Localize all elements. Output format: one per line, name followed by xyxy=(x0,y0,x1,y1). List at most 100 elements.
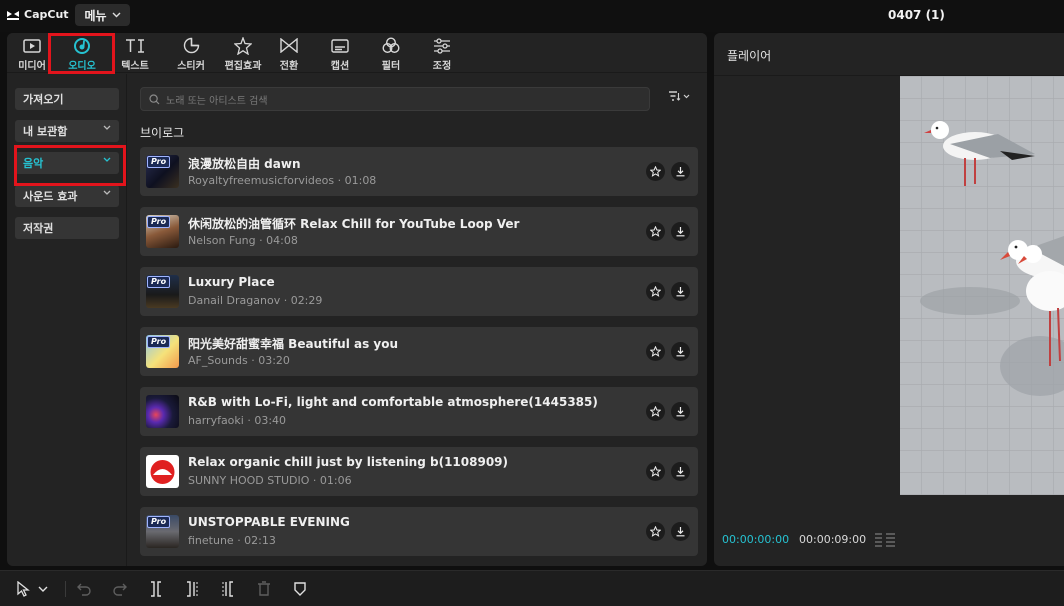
sidebar-item-label: 저작권 xyxy=(23,222,54,235)
favorite-button[interactable] xyxy=(646,522,665,541)
tab-label: 텍스트 xyxy=(121,61,149,72)
tab-sticker[interactable]: 스티커 xyxy=(166,36,216,72)
download-icon xyxy=(676,287,685,297)
download-button[interactable] xyxy=(671,522,690,541)
tab-label: 필터 xyxy=(381,61,401,72)
delete-button[interactable] xyxy=(257,581,271,597)
sidebar-item-copyright[interactable]: 저작권 xyxy=(15,217,119,239)
download-button[interactable] xyxy=(671,162,690,181)
list-item[interactable]: R&B with Lo-Fi, light and comfortable at… xyxy=(140,387,698,436)
track-meta: Nelson Fung · 04:08 xyxy=(188,234,298,247)
filter-sort-button[interactable] xyxy=(668,91,690,101)
tab-effects[interactable]: 편집효과 xyxy=(218,36,268,72)
undo-icon xyxy=(77,583,91,596)
download-icon xyxy=(676,467,685,477)
track-meta: Royaltyfreemusicforvideos · 01:08 xyxy=(188,174,377,187)
timeline-grid-button[interactable] xyxy=(874,532,896,552)
seagulls-preview-image xyxy=(900,76,1064,495)
download-button[interactable] xyxy=(671,462,690,481)
tab-text[interactable]: 텍스트 xyxy=(110,36,160,72)
download-icon xyxy=(676,407,685,417)
video-preview[interactable] xyxy=(900,76,1064,495)
sidebar-item-my-library[interactable]: 내 보관함 xyxy=(15,120,119,142)
track-thumbnail: Pro xyxy=(146,335,179,368)
marker-button[interactable] xyxy=(293,581,307,597)
download-button[interactable] xyxy=(671,402,690,421)
timeline-toolbar xyxy=(0,570,1064,606)
favorite-button[interactable] xyxy=(646,222,665,241)
redo-button[interactable] xyxy=(113,581,127,597)
download-button[interactable] xyxy=(671,282,690,301)
download-button[interactable] xyxy=(671,222,690,241)
sidebar-item-sound-effects[interactable]: 사운드 효과 xyxy=(15,185,119,207)
transition-icon xyxy=(280,38,298,53)
sidebar-item-import[interactable]: 가져오기 xyxy=(15,88,119,110)
tab-adjust[interactable]: 조정 xyxy=(417,36,467,72)
search-icon xyxy=(149,93,160,104)
list-item[interactable]: Pro UNSTOPPABLE EVENING finetune · 02:13 xyxy=(140,507,698,556)
download-button[interactable] xyxy=(671,342,690,361)
current-time: 00:00:00:00 xyxy=(722,533,790,546)
star-icon xyxy=(650,466,661,477)
star-icon xyxy=(650,406,661,417)
favorite-button[interactable] xyxy=(646,162,665,181)
track-title: Relax organic chill just by listening b(… xyxy=(188,455,508,469)
track-thumbnail: Pro xyxy=(146,515,179,548)
chevron-down-icon xyxy=(112,12,121,18)
tab-label: 스티커 xyxy=(177,61,205,72)
music-list-area: 노래 또는 아티스트 검색 브이로그 Pro 浪漫放松自由 dawn Royal… xyxy=(128,74,707,566)
chevron-down-icon xyxy=(683,94,690,98)
sidebar-item-music[interactable]: 음악 xyxy=(15,152,119,174)
text-icon xyxy=(126,38,144,53)
track-thumbnail: Pro xyxy=(146,275,179,308)
list-item[interactable]: Pro 阳光美好甜蜜幸福 Beautiful as you AF_Sounds … xyxy=(140,327,698,376)
tab-filter[interactable]: 필터 xyxy=(366,36,416,72)
sidebar-item-label: 사운드 효과 xyxy=(23,190,78,203)
menu-button[interactable]: 메뉴 xyxy=(75,4,130,26)
chevron-down-icon xyxy=(103,124,111,134)
trim-left-icon xyxy=(187,581,198,597)
sidebar-item-label: 내 보관함 xyxy=(23,125,68,138)
search-placeholder: 노래 또는 아티스트 검색 xyxy=(166,95,268,107)
list-item[interactable]: Pro 休闲放松的油管循环 Relax Chill for YouTube Lo… xyxy=(140,207,698,256)
download-icon xyxy=(676,227,685,237)
select-tool-button[interactable] xyxy=(16,581,48,597)
tab-audio[interactable]: 오디오 xyxy=(57,36,107,72)
player-panel: 플레이어 00:00:00:00 00:00:09:00 xyxy=(714,33,1064,566)
sort-filter-icon xyxy=(669,91,681,101)
download-icon xyxy=(676,347,685,357)
title-bar: CapCut 메뉴 0407 (1) xyxy=(0,0,1064,32)
trim-right-button[interactable] xyxy=(221,581,235,597)
track-thumbnail xyxy=(146,455,179,488)
undo-button[interactable] xyxy=(77,581,91,597)
menu-label: 메뉴 xyxy=(84,8,107,23)
favorite-button[interactable] xyxy=(646,282,665,301)
track-meta: Danail Draganov · 02:29 xyxy=(188,294,323,307)
chevron-down-icon xyxy=(103,189,111,199)
redo-icon xyxy=(113,583,127,596)
pro-badge: Pro xyxy=(147,336,171,348)
tab-caption[interactable]: 캡션 xyxy=(315,36,365,72)
sidebar-item-label: 가져오기 xyxy=(23,93,64,106)
search-input[interactable]: 노래 또는 아티스트 검색 xyxy=(140,87,650,111)
favorite-button[interactable] xyxy=(646,462,665,481)
tab-transition[interactable]: 전환 xyxy=(264,36,314,72)
list-item[interactable]: Pro 浪漫放松自由 dawn Royaltyfreemusicforvideo… xyxy=(140,147,698,196)
pro-badge: Pro xyxy=(147,516,171,528)
track-thumbnail: Pro xyxy=(146,155,179,188)
trim-left-button[interactable] xyxy=(185,581,199,597)
tab-media[interactable]: 미디어 xyxy=(7,36,57,72)
list-item[interactable]: Relax organic chill just by listening b(… xyxy=(140,447,698,496)
favorite-button[interactable] xyxy=(646,342,665,361)
star-icon xyxy=(650,346,661,357)
favorite-button[interactable] xyxy=(646,402,665,421)
tab-label: 캡션 xyxy=(330,61,350,72)
track-meta: finetune · 02:13 xyxy=(188,534,276,547)
player-title: 플레이어 xyxy=(727,49,772,63)
tab-label: 전환 xyxy=(279,61,299,72)
track-title: R&B with Lo-Fi, light and comfortable at… xyxy=(188,395,598,409)
cursor-icon xyxy=(17,581,30,597)
list-item[interactable]: Pro Luxury Place Danail Draganov · 02:29 xyxy=(140,267,698,316)
split-button[interactable] xyxy=(149,581,163,597)
chevron-down-icon xyxy=(38,586,48,592)
